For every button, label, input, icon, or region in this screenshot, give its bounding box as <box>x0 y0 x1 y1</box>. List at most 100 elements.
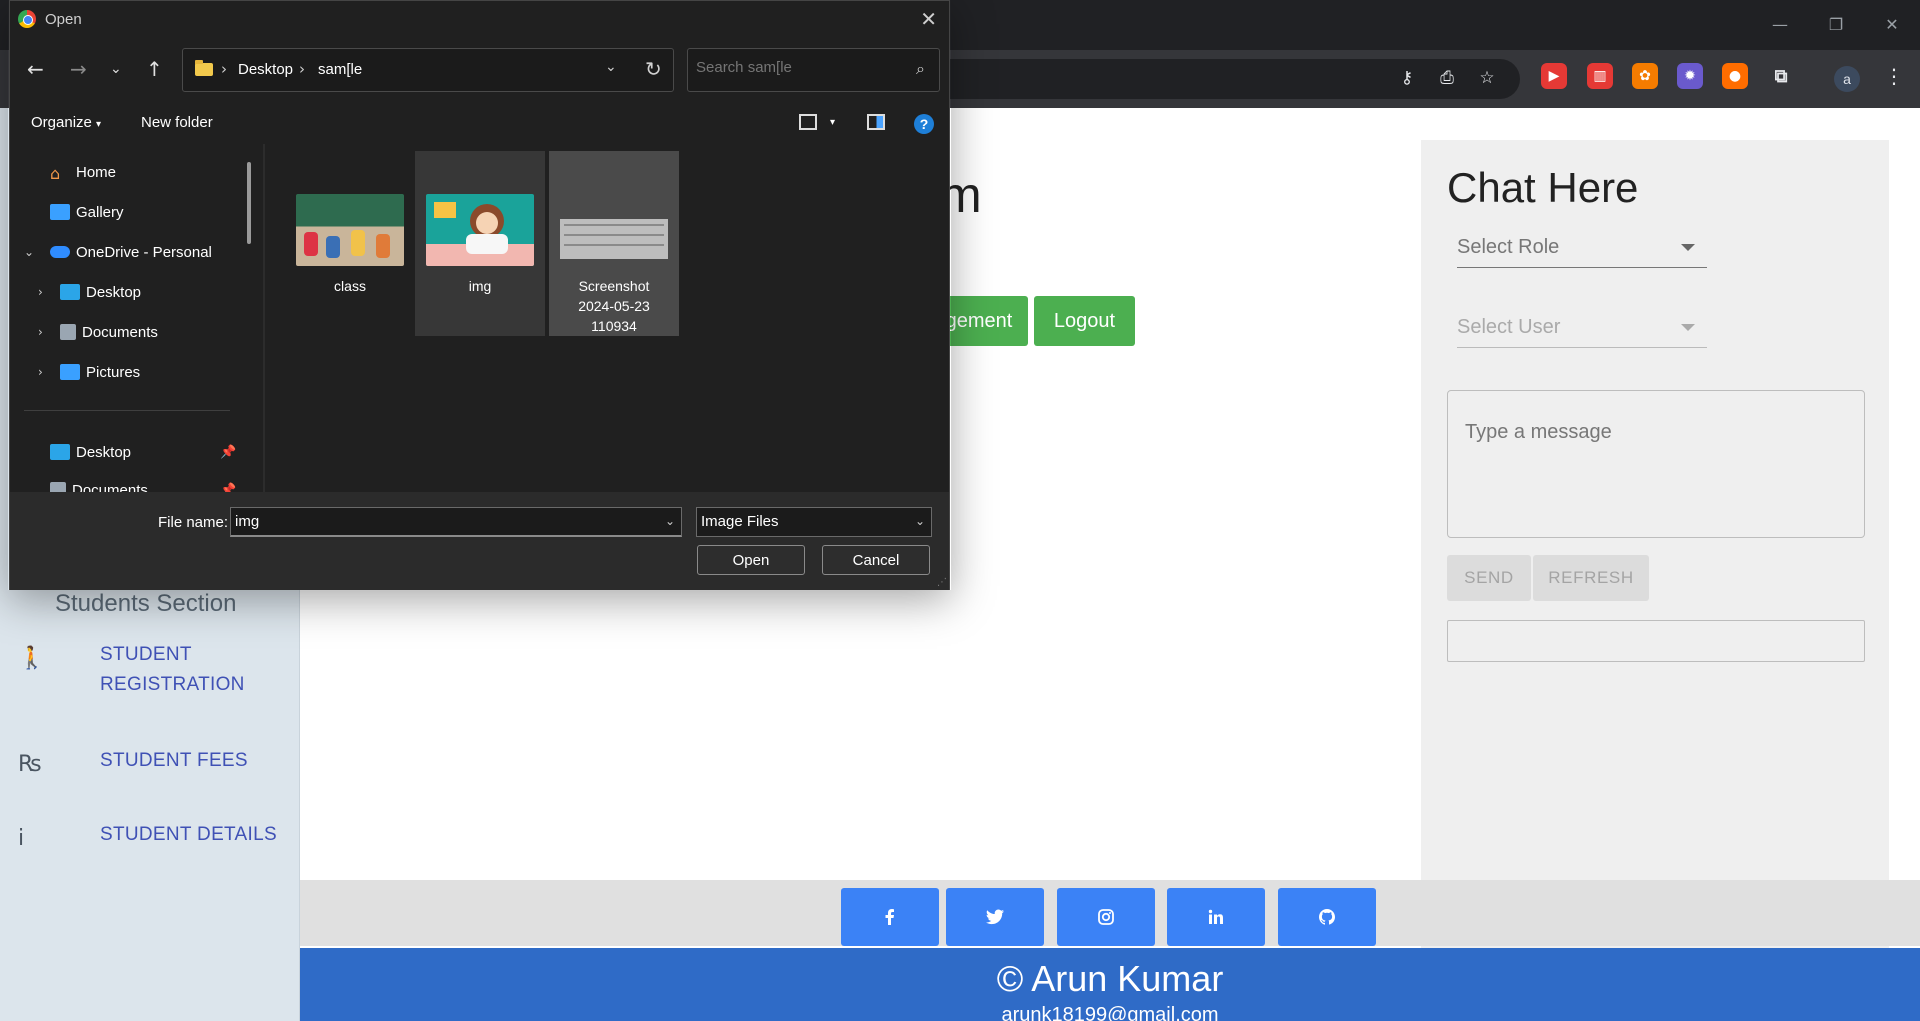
facebook-button[interactable] <box>841 888 939 946</box>
chrome-logo-icon <box>18 10 36 28</box>
nav-item-onedrive-desktop[interactable]: › Desktop <box>10 276 250 308</box>
select-user-dropdown[interactable]: Select User <box>1457 308 1707 348</box>
file-type-select[interactable]: Image Files ⌄ <box>696 507 932 537</box>
github-button[interactable] <box>1278 888 1376 946</box>
forward-arrow-icon[interactable]: → <box>70 57 87 81</box>
select-role-dropdown[interactable]: Select Role <box>1457 228 1707 268</box>
img-thumbnail <box>426 194 534 266</box>
select-user-label: Select User <box>1457 316 1561 338</box>
chat-title: Chat Here <box>1447 164 1639 211</box>
search-icon[interactable]: ⌕ <box>916 59 925 79</box>
dialog-search-box[interactable]: ⌕ <box>687 48 940 92</box>
file-name: Screenshot 2024-05-23 110934 <box>578 278 650 334</box>
chevron-right-icon[interactable]: › <box>38 325 60 339</box>
nav-item-home[interactable]: ⌂ Home <box>10 156 250 188</box>
chevron-right-icon[interactable]: › <box>38 365 60 379</box>
browser-menu-icon[interactable]: ⋮ <box>1884 64 1904 88</box>
minimize-button[interactable]: — <box>1752 0 1808 48</box>
chevron-right-icon[interactable]: › <box>38 285 60 299</box>
up-arrow-icon[interactable]: ↑ <box>146 57 163 81</box>
cancel-button[interactable]: Cancel <box>822 545 930 575</box>
chevron-down-icon: ⌄ <box>914 514 925 528</box>
profile-avatar[interactable]: a <box>1834 66 1860 92</box>
audio-ext-icon[interactable]: ▥ <box>1587 63 1613 89</box>
sidebar-item-student-registration[interactable]: 🚶 STUDENT REGISTRATION <box>0 640 300 700</box>
nav-item-onedrive-documents[interactable]: › Documents <box>10 316 250 348</box>
resize-grip-icon[interactable]: ⋰ <box>937 577 947 588</box>
install-app-icon[interactable]: ⎙ <box>1435 68 1459 90</box>
logout-button[interactable]: Logout <box>1034 296 1135 346</box>
instagram-button[interactable] <box>1057 888 1155 946</box>
nav-item-gallery[interactable]: Gallery <box>10 196 250 228</box>
github-icon <box>1319 909 1335 925</box>
nav-item-onedrive[interactable]: ⌄ OneDrive - Personal <box>10 236 250 268</box>
file-item-class[interactable]: class <box>285 151 415 336</box>
new-folder-button[interactable]: New folder <box>141 114 213 131</box>
organize-menu[interactable]: Organize ▾ <box>31 114 101 131</box>
bookmark-star-icon[interactable]: ☆ <box>1475 68 1499 90</box>
nav-label: Home <box>76 163 117 181</box>
person-walking-icon: 🚶 <box>18 646 46 671</box>
pin-icon: 📌 <box>220 482 237 493</box>
refresh-button[interactable]: REFRESH <box>1533 555 1649 601</box>
nav-label: OneDrive - Personal <box>76 243 212 261</box>
address-dropdown-icon[interactable]: ⌄ <box>605 59 617 75</box>
message-input[interactable]: Type a message <box>1447 390 1865 538</box>
footer-name: © Arun Kumar <box>996 958 1224 999</box>
key-icon[interactable]: ⚷ <box>1395 68 1419 90</box>
nav-item-onedrive-pictures[interactable]: › Pictures <box>10 356 250 388</box>
dialog-close-button[interactable]: ✕ <box>920 7 937 31</box>
breadcrumb-sample[interactable]: sam[le <box>318 61 362 78</box>
chevron-down-icon: ▾ <box>96 119 102 130</box>
home-icon: ⌂ <box>50 164 61 183</box>
send-button[interactable]: SEND <box>1447 555 1531 601</box>
restore-button[interactable]: ❐ <box>1808 0 1864 48</box>
chat-panel: Chat Here Select Role Select User Type a… <box>1421 140 1889 987</box>
sidebar-item-label: STUDENT DETAILS <box>100 824 277 845</box>
file-name-value: img <box>235 513 260 530</box>
film-ext-icon[interactable]: ✿ <box>1632 63 1658 89</box>
nav-item-quick-documents[interactable]: Documents 📌 <box>10 474 250 492</box>
dialog-bottom-bar: File name: img ⌄ Image Files ⌄ Open Canc… <box>10 492 949 590</box>
linkedin-button[interactable] <box>1167 888 1265 946</box>
change-view-icon[interactable] <box>799 114 817 130</box>
preview-pane-icon[interactable] <box>867 114 885 130</box>
onedrive-cloud-icon <box>50 246 70 258</box>
help-icon[interactable]: ? <box>914 114 934 134</box>
nav-item-quick-desktop[interactable]: Desktop 📌 <box>10 436 250 468</box>
youtube-ext-icon[interactable]: ▶ <box>1541 63 1567 89</box>
dialog-search-input[interactable] <box>696 59 896 76</box>
sidebar-item-student-details[interactable]: i STUDENT DETAILS <box>0 820 300 851</box>
address-bar[interactable]: ⚷ ⎙ ☆ <box>940 59 1520 99</box>
breadcrumb-desktop[interactable]: Desktop <box>238 61 293 78</box>
info-icon: i <box>18 826 25 851</box>
open-button[interactable]: Open <box>697 545 805 575</box>
open-file-dialog: Open ✕ ← → ⌄ ↑ › Desktop › sam[le ⌄ ↻ ⌕ … <box>9 0 950 590</box>
dialog-address-bar[interactable]: › Desktop › sam[le ⌄ ↻ <box>182 48 674 92</box>
facebook-icon <box>885 909 894 925</box>
dropdown-arrow-icon <box>1681 244 1695 251</box>
students-section-title: Students Section <box>55 590 237 617</box>
orange-ext-icon[interactable]: ● <box>1722 63 1748 89</box>
back-arrow-icon[interactable]: ← <box>27 57 44 81</box>
dialog-command-bar: Organize ▾ New folder ▾ ? <box>10 104 949 144</box>
purple-ext-icon[interactable]: ✹ <box>1677 63 1703 89</box>
chevron-down-icon[interactable]: ⌄ <box>24 245 50 259</box>
file-name-input[interactable]: img ⌄ <box>230 507 682 537</box>
recent-locations-chevron-icon[interactable]: ⌄ <box>110 61 122 77</box>
nav-scrollbar[interactable] <box>247 162 251 244</box>
file-item-img[interactable]: img <box>415 151 545 336</box>
twitter-button[interactable] <box>946 888 1044 946</box>
sidebar-item-student-fees[interactable]: ₨ STUDENT FEES <box>0 746 300 777</box>
organize-label: Organize <box>31 114 92 131</box>
twitter-icon <box>986 909 1004 925</box>
extensions-puzzle-icon[interactable]: ⧉ <box>1768 63 1794 89</box>
pane-divider[interactable] <box>263 144 265 492</box>
file-item-screenshot[interactable]: Screenshot 2024-05-23 110934 <box>549 151 679 336</box>
refresh-icon[interactable]: ↻ <box>645 57 662 81</box>
close-window-button[interactable]: ✕ <box>1864 0 1920 48</box>
chevron-down-icon[interactable]: ⌄ <box>665 514 675 528</box>
view-options-chevron-icon[interactable]: ▾ <box>830 117 835 128</box>
footer: © Arun Kumar arunk18199@gmail.com <box>300 948 1920 1021</box>
desktop-folder-icon <box>60 284 80 300</box>
